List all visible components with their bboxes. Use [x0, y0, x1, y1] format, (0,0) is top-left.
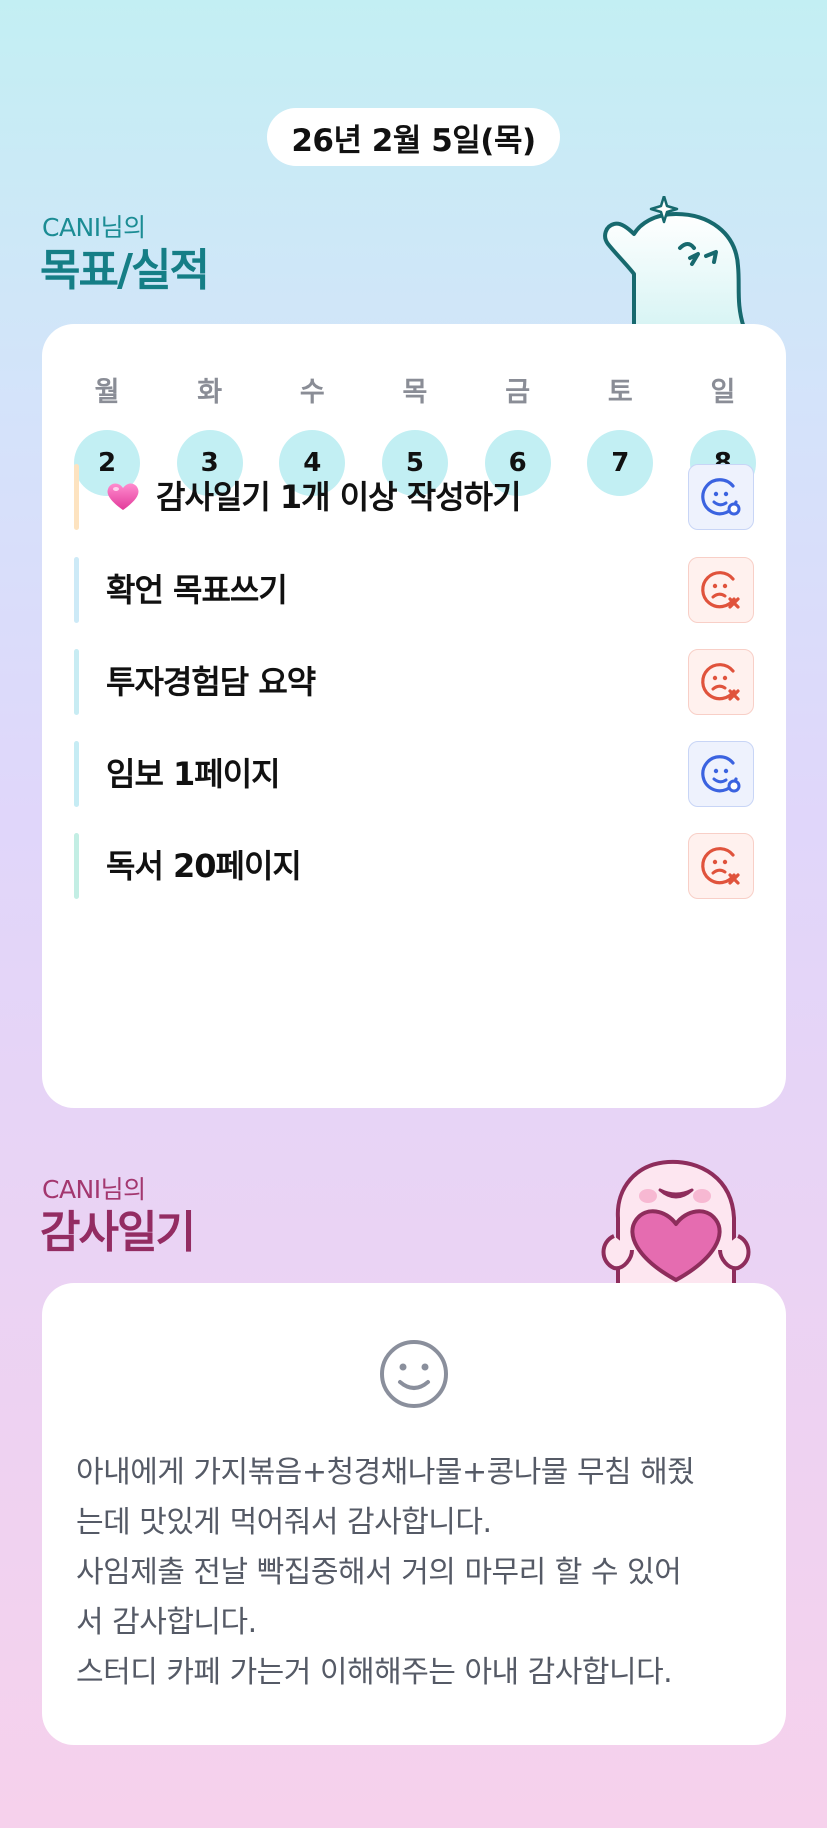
diary-line: 사임제출 전날 빡집중해서 거의 마무리 할 수 있어	[76, 1555, 682, 1590]
weekday-label: 금	[505, 377, 531, 408]
date-label: 26년 2월 5일(목)	[291, 122, 536, 159]
goal-failed-icon[interactable]	[688, 557, 754, 623]
date-pill: 26년 2월 5일(목)	[267, 108, 560, 166]
diary-line: 스터디 카페 가는거 이해해주는 아내 감사합니다.	[76, 1655, 673, 1690]
goal-text: 임보 1페이지	[106, 741, 281, 807]
weekday-label: 화	[197, 377, 223, 408]
weekday-label: 목	[402, 377, 428, 408]
goal-text: 독서 20페이지	[106, 833, 302, 899]
diary-line: 는데 맛있게 먹어줘서 감사합니다.	[76, 1505, 492, 1540]
weekday-label: 토	[607, 377, 633, 408]
goal-row[interactable]: 독서 20페이지	[74, 833, 754, 899]
goal-text: 감사일기 1개 이상 작성하기	[106, 464, 522, 530]
diary-line: 서 감사합니다.	[76, 1605, 257, 1640]
goal-accent-bar	[74, 833, 79, 899]
goal-row[interactable]: 감사일기 1개 이상 작성하기	[74, 464, 754, 530]
goal-text: 투자경험담 요약	[106, 649, 316, 715]
goal-label: 임보 1페이지	[106, 755, 281, 793]
mascot-cheer-icon	[603, 196, 746, 328]
goal-accent-bar	[74, 649, 79, 715]
goal-label: 독서 20페이지	[106, 847, 302, 885]
goals-card: 월2화3수4목5금6토7일8 감사일기 1개 이상 작성하기 확언 목표쓰기 투…	[42, 324, 786, 1108]
goal-row[interactable]: 투자경험담 요약	[74, 649, 754, 715]
smile-face-icon	[380, 1340, 448, 1408]
diary-title: 감사일기	[40, 1207, 196, 1258]
goal-label: 감사일기 1개 이상 작성하기	[156, 478, 522, 516]
diary-card: 아내에게 가지볶음+청경채나물+콩나물 무침 해줬 는데 맛있게 먹어줘서 감사…	[42, 1283, 786, 1745]
goal-label: 확언 목표쓰기	[106, 571, 288, 609]
weekday-label: 수	[299, 377, 325, 408]
goal-failed-icon[interactable]	[688, 649, 754, 715]
goal-done-icon[interactable]	[688, 741, 754, 807]
goals-title: 목표/실적	[40, 245, 210, 296]
goal-failed-icon[interactable]	[688, 833, 754, 899]
goal-accent-bar	[74, 464, 79, 530]
weekday-label: 월	[94, 377, 120, 408]
goal-accent-bar	[74, 557, 79, 623]
goal-accent-bar	[74, 741, 79, 807]
weekday-label: 일	[710, 377, 736, 408]
diary-content: 아내에게 가지볶음+청경채나물+콩나물 무침 해줬 는데 맛있게 먹어줘서 감사…	[76, 1448, 760, 1698]
goal-row[interactable]: 확언 목표쓰기	[74, 557, 754, 623]
goal-done-icon[interactable]	[688, 464, 754, 530]
goal-label: 투자경험담 요약	[106, 663, 316, 701]
mascot-heart-icon	[601, 1159, 751, 1286]
diary-line: 아내에게 가지볶음+청경채나물+콩나물 무침 해줬	[76, 1455, 695, 1490]
goal-text: 확언 목표쓰기	[106, 557, 288, 623]
heart-icon	[107, 483, 139, 510]
goal-row[interactable]: 임보 1페이지	[74, 741, 754, 807]
